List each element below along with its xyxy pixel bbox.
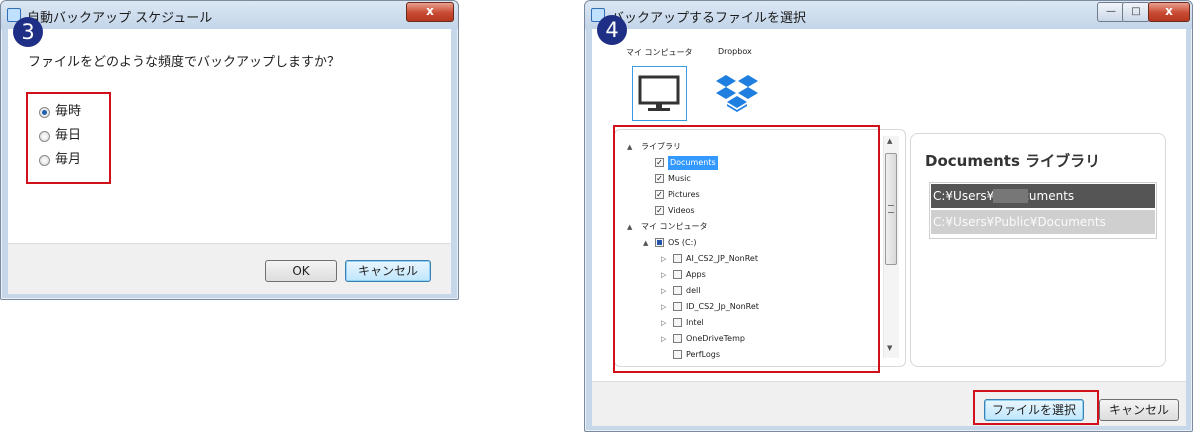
scroll-up-arrow[interactable]: ▲ xyxy=(887,137,892,145)
library-path-list: C:¥Users¥ ¥Documents C:¥Users¥Public¥Doc… xyxy=(929,182,1157,239)
step-badge-4: 4 xyxy=(597,15,627,45)
source-label-dropbox: Dropbox xyxy=(718,47,752,56)
library-path-item[interactable]: C:¥Users¥Public¥Documents xyxy=(931,210,1155,234)
close-button[interactable]: x xyxy=(406,2,454,22)
maximize-button[interactable]: □ xyxy=(1122,2,1150,22)
source-dropbox-button[interactable] xyxy=(712,69,762,119)
dropbox-icon xyxy=(716,75,758,112)
source-my-computer-button[interactable] xyxy=(632,66,687,121)
dialog-footer: OK キャンセル xyxy=(8,243,451,294)
highlight-frame-select-button xyxy=(973,390,1099,425)
library-panel: Documents ライブラリ C:¥Users¥ ¥Documents C:¥… xyxy=(910,133,1166,367)
close-button[interactable]: x xyxy=(1148,2,1190,22)
highlight-frame-tree xyxy=(613,125,880,373)
window-title: バックアップするファイルを選択 xyxy=(611,11,807,26)
scroll-thumb[interactable] xyxy=(885,153,897,265)
tree-scrollbar[interactable]: ▲ ▼ xyxy=(883,136,899,358)
ok-button[interactable]: OK xyxy=(265,260,337,282)
monitor-icon xyxy=(638,75,680,111)
minimize-button[interactable]: — xyxy=(1097,2,1125,22)
window-titlebar[interactable]: バックアップするファイルを選択 — □ x xyxy=(585,1,1192,29)
backup-schedule-window: 自動バックアップ スケジュール x ファイルをどのような頻度でバックアップします… xyxy=(0,0,459,300)
cancel-button[interactable]: キャンセル xyxy=(345,260,431,282)
library-title: Documents ライブラリ xyxy=(925,152,1101,170)
source-label-my-computer: マイ コンピュータ xyxy=(626,48,693,57)
step-badge-3: 3 xyxy=(13,17,43,47)
window-titlebar[interactable]: 自動バックアップ スケジュール x xyxy=(1,1,458,29)
scroll-down-arrow[interactable]: ▼ xyxy=(887,344,892,352)
cancel-button[interactable]: キャンセル xyxy=(1099,399,1179,421)
scroll-grip-icon xyxy=(888,205,894,213)
frequency-question: ファイルをどのような頻度でバックアップしますか？ xyxy=(28,55,341,70)
highlight-frame xyxy=(26,92,111,184)
window-title: 自動バックアップ スケジュール xyxy=(27,11,213,26)
redacted-username xyxy=(993,189,1028,203)
library-path-item[interactable]: C:¥Users¥ ¥Documents xyxy=(931,184,1155,208)
